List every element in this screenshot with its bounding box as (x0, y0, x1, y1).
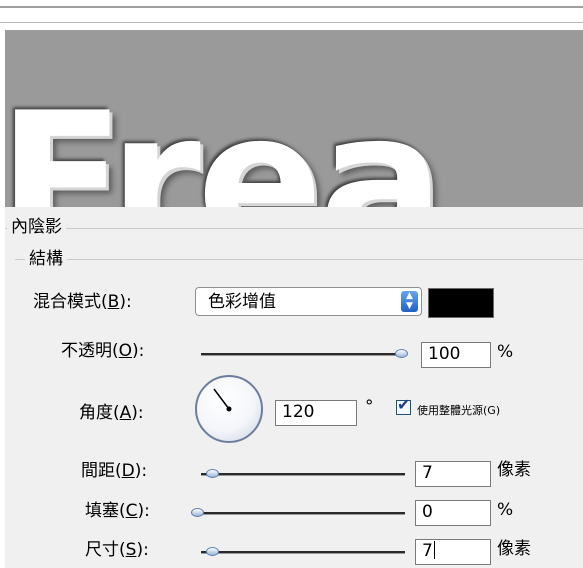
checkmark-icon: ✔ (397, 395, 411, 414)
choke-label: 填塞(C): (85, 501, 150, 521)
size-label: 尺寸(S): (85, 540, 149, 560)
distance-input[interactable]: 7 (415, 461, 491, 487)
top-frame (0, 0, 583, 23)
angle-input[interactable]: 120 (275, 400, 357, 426)
group-title: 結構 (25, 249, 67, 269)
distance-slider-track[interactable] (201, 473, 405, 476)
choke-slider-thumb[interactable] (191, 508, 204, 517)
blend-mode-label: 混合模式(B): (33, 292, 132, 312)
section-divider (5, 228, 583, 229)
global-light-label: 使用整體光源(G) (417, 404, 501, 417)
text-caret (433, 541, 435, 559)
preview-text: Frea (5, 72, 445, 208)
blend-mode-value: 色彩增值 (208, 292, 276, 312)
size-unit: 像素 (497, 539, 531, 559)
shadow-color-swatch[interactable] (428, 288, 494, 318)
angle-needle-icon (213, 388, 232, 412)
choke-input[interactable]: 0 (415, 500, 491, 526)
inner-shadow-panel: 內陰影 結構 混合模式(B): 色彩增值 ▲ ▼ 不透明(O): 100 % 角度… (5, 207, 583, 568)
opacity-slider-thumb[interactable] (395, 349, 408, 358)
distance-unit: 像素 (497, 460, 531, 480)
distance-label: 間距(D): (81, 461, 148, 481)
distance-slider-thumb[interactable] (206, 469, 219, 478)
group-divider (15, 259, 583, 260)
angle-unit: ° (365, 397, 374, 417)
angle-label: 角度(A): (79, 403, 144, 423)
opacity-unit: % (497, 342, 514, 362)
select-arrows-icon: ▲ ▼ (401, 291, 418, 312)
blend-mode-select[interactable]: 色彩增值 ▲ ▼ (195, 287, 422, 316)
angle-dial[interactable] (195, 375, 263, 443)
section-title: 內陰影 (7, 217, 66, 237)
opacity-slider-track[interactable] (201, 353, 405, 356)
size-input[interactable]: 7 (415, 539, 491, 565)
frame-divider (0, 6, 583, 8)
opacity-label: 不透明(O): (61, 341, 145, 361)
preview-canvas: Frea (5, 30, 583, 207)
choke-slider-track[interactable] (195, 512, 405, 515)
choke-unit: % (497, 500, 514, 520)
opacity-input[interactable]: 100 (421, 342, 491, 368)
size-slider-thumb[interactable] (206, 547, 219, 556)
global-light-checkbox[interactable]: ✔ (396, 395, 411, 415)
size-slider-track[interactable] (201, 551, 405, 554)
